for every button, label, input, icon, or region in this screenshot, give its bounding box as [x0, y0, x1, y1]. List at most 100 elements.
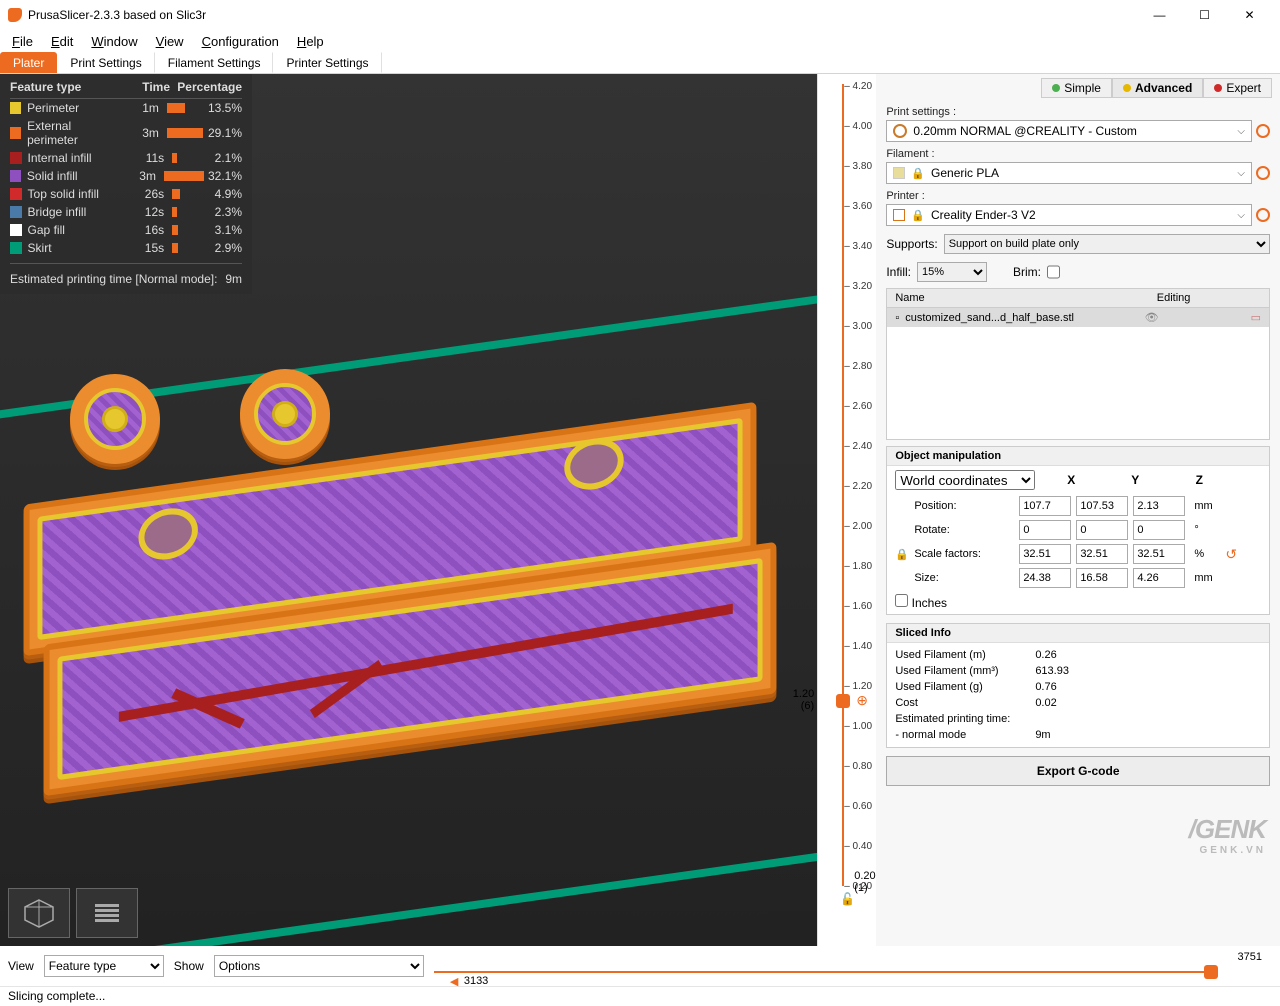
supports-select[interactable]: Support on build plate only	[944, 234, 1270, 254]
menu-view[interactable]: View	[148, 32, 192, 51]
titlebar: PrusaSlicer-2.3.3 based on Slic3r — ☐ ✕	[0, 0, 1280, 30]
info-row: Cost0.02	[895, 695, 1261, 711]
edit-icon[interactable]: ▭	[1251, 311, 1261, 324]
menu-file[interactable]: File	[4, 32, 41, 51]
mode-advanced[interactable]: Advanced	[1112, 78, 1203, 98]
tab-filament-settings[interactable]: Filament Settings	[155, 52, 274, 73]
printer-label: Printer :	[886, 190, 1270, 204]
info-row: - normal mode9m	[895, 727, 1261, 743]
reset-scale-icon[interactable]: ↺	[1225, 546, 1237, 563]
menu-configuration[interactable]: Configuration	[194, 32, 287, 51]
settings-gear-icon[interactable]	[1256, 124, 1270, 138]
view-mode-layers-icon[interactable]	[76, 888, 138, 938]
legend-row[interactable]: Gap fill 16s 3.1%	[10, 221, 242, 239]
layer-slider[interactable]: – 4.20– 4.00– 3.80– 3.60– 3.40– 3.20– 3.…	[817, 74, 876, 946]
chevron-down-icon: ⌵	[1237, 210, 1245, 221]
legend-header-feature: Feature type	[10, 80, 130, 94]
horizontal-moves-slider[interactable]: 3751 ◀ 3133	[434, 951, 1272, 981]
legend-header-time: Time	[130, 80, 170, 94]
scale-x[interactable]	[1019, 544, 1071, 564]
mode-simple[interactable]: Simple	[1041, 78, 1112, 98]
menubar: File Edit Window View Configuration Help	[0, 30, 1280, 52]
view-type-select[interactable]: Feature type	[44, 955, 164, 977]
rotate-x[interactable]	[1019, 520, 1071, 540]
info-row: Estimated printing time:	[895, 711, 1261, 727]
close-button[interactable]: ✕	[1227, 0, 1272, 30]
rotate-y[interactable]	[1076, 520, 1128, 540]
menu-help[interactable]: Help	[289, 32, 332, 51]
minimize-button[interactable]: —	[1137, 0, 1182, 30]
preview-viewport[interactable]: Feature type Time Percentage Perimeter 1…	[0, 74, 817, 946]
maximize-button[interactable]: ☐	[1182, 0, 1227, 30]
show-options-select[interactable]: Options	[214, 955, 424, 977]
position-y[interactable]	[1076, 496, 1128, 516]
rotate-z[interactable]	[1133, 520, 1185, 540]
legend-row[interactable]: Top solid infill 26s 4.9%	[10, 185, 242, 203]
info-row: Used Filament (m)0.26	[895, 647, 1261, 663]
legend-row[interactable]: Skirt 15s 2.9%	[10, 239, 242, 257]
object-list: Name Editing ▫ customized_sand...d_half_…	[886, 288, 1270, 440]
infill-label: Infill:	[886, 265, 911, 279]
lock-icon: 🔒	[911, 209, 925, 222]
mode-expert[interactable]: Expert	[1203, 78, 1272, 98]
gear-icon	[893, 124, 907, 138]
legend-footer-label: Estimated printing time [Normal mode]:	[10, 272, 225, 286]
objects-header-name: Name	[887, 289, 1078, 307]
lock-icon[interactable]: 🔒	[895, 548, 909, 561]
brim-label: Brim:	[1013, 265, 1041, 279]
filament-select[interactable]: 🔒 Generic PLA ⌵	[886, 162, 1252, 184]
inches-checkbox[interactable]	[895, 594, 908, 607]
chevron-down-icon: ⌵	[1237, 168, 1245, 179]
chevron-left-icon[interactable]: ◀	[450, 975, 458, 988]
app-logo	[8, 8, 22, 22]
brim-checkbox[interactable]	[1047, 262, 1060, 282]
settings-gear-icon[interactable]	[1256, 208, 1270, 222]
feature-legend: Feature type Time Percentage Perimeter 1…	[0, 74, 252, 294]
slider-lock-icon[interactable]: 🔓	[840, 892, 855, 906]
sliced-info-group: Sliced Info Used Filament (m)0.26Used Fi…	[886, 623, 1270, 748]
position-z[interactable]	[1133, 496, 1185, 516]
filament-label: Filament :	[886, 148, 1270, 162]
menu-window[interactable]: Window	[83, 32, 145, 51]
settings-gear-icon[interactable]	[1256, 166, 1270, 180]
tab-plater[interactable]: Plater	[0, 52, 57, 73]
right-panel: Simple Advanced Expert Print settings : …	[876, 74, 1280, 946]
legend-row[interactable]: Bridge infill 12s 2.3%	[10, 203, 242, 221]
legend-row[interactable]: Solid infill 3m 32.1%	[10, 167, 242, 185]
tab-print-settings[interactable]: Print Settings	[57, 52, 154, 73]
legend-row[interactable]: Internal infill 11s 2.1%	[10, 149, 242, 167]
filament-color-swatch	[893, 167, 905, 179]
legend-row[interactable]: External perimeter 3m 29.1%	[10, 117, 242, 149]
view-label: View	[8, 959, 34, 973]
object-row[interactable]: ▫ customized_sand...d_half_base.stl 👁 ▭	[887, 308, 1269, 327]
infill-select[interactable]: 15%	[917, 262, 987, 282]
position-x[interactable]	[1019, 496, 1071, 516]
printer-select[interactable]: 🔒 Creality Ender-3 V2 ⌵	[886, 204, 1252, 226]
visibility-icon[interactable]: 👁	[1145, 311, 1159, 324]
watermark: /GENKGENK.VN	[1189, 814, 1266, 856]
size-x[interactable]	[1019, 568, 1071, 588]
size-y[interactable]	[1076, 568, 1128, 588]
chevron-down-icon: ⌵	[1237, 126, 1245, 137]
slider-add-icon[interactable]: ⊕	[856, 692, 868, 709]
size-z[interactable]	[1133, 568, 1185, 588]
print-settings-select[interactable]: 0.20mm NORMAL @CREALITY - Custom ⌵	[886, 120, 1252, 142]
object-manipulation-group: Object manipulation World coordinates X …	[886, 446, 1270, 615]
print-settings-label: Print settings :	[886, 106, 1270, 120]
show-label: Show	[174, 959, 204, 973]
lock-icon: 🔒	[911, 167, 925, 180]
supports-label: Supports:	[886, 237, 937, 251]
window-title: PrusaSlicer-2.3.3 based on Slic3r	[28, 8, 1137, 22]
coord-mode-select[interactable]: World coordinates	[895, 470, 1035, 490]
legend-header-pct: Percentage	[170, 80, 242, 94]
printer-icon	[893, 209, 905, 221]
export-gcode-button[interactable]: Export G-code	[886, 756, 1270, 786]
scale-y[interactable]	[1076, 544, 1128, 564]
legend-row[interactable]: Perimeter 1m 13.5%	[10, 99, 242, 117]
info-row: Used Filament (mm³)613.93	[895, 663, 1261, 679]
tab-printer-settings[interactable]: Printer Settings	[273, 52, 381, 73]
scale-z[interactable]	[1133, 544, 1185, 564]
view-mode-3d-icon[interactable]	[8, 888, 70, 938]
menu-edit[interactable]: Edit	[43, 32, 81, 51]
mode-selector: Simple Advanced Expert	[876, 74, 1280, 104]
